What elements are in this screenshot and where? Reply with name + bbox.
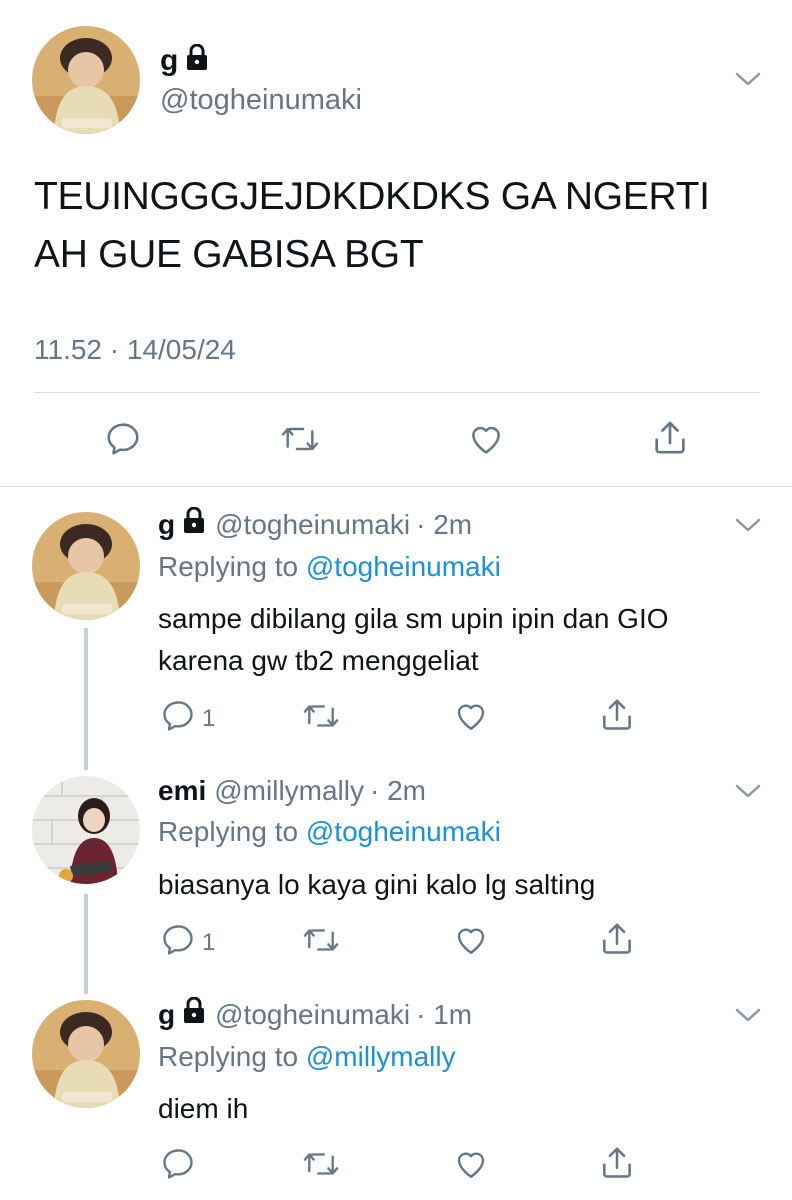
thread-line — [84, 628, 88, 770]
share-button[interactable] — [598, 1144, 636, 1187]
replying-to: Replying to @togheinumaki — [158, 550, 501, 584]
retweet-icon — [280, 420, 320, 463]
reply-header: g @togheinumaki · 1m — [158, 996, 473, 1032]
reply-time: · 2m — [416, 509, 473, 540]
retweet-icon — [302, 922, 340, 963]
heart-icon — [452, 922, 490, 963]
reply-header: emi @millymally · 2m — [158, 774, 426, 808]
reply-count: 1 — [202, 928, 216, 956]
share-button[interactable] — [598, 920, 636, 963]
reply-text: sampe dibilang gila sm upin ipin dan GIO… — [158, 603, 669, 676]
chevron-down-icon[interactable] — [734, 1006, 762, 1026]
like-button[interactable] — [452, 698, 490, 739]
retweet-button[interactable] — [302, 698, 340, 739]
reply-text: diem ih — [158, 1093, 249, 1124]
reply-time: · 2m — [370, 775, 426, 806]
author-handle[interactable]: @togheinumaki — [160, 82, 362, 118]
tweet-timestamp: 11.52 · 14/05/24 — [34, 334, 236, 365]
divider — [0, 486, 792, 487]
chevron-down-icon[interactable] — [734, 782, 762, 802]
reply-icon — [160, 1146, 196, 1187]
author-name: g — [160, 43, 208, 79]
reply-text: biasanya lo kaya gini kalo lg salting — [158, 869, 596, 900]
lock-icon — [186, 43, 208, 79]
share-icon — [598, 920, 636, 963]
avatar[interactable] — [32, 776, 140, 884]
author-display-name: g — [160, 44, 179, 77]
avatar[interactable] — [32, 1000, 140, 1108]
avatar[interactable] — [32, 512, 140, 620]
share-icon — [598, 1144, 636, 1187]
reply-count: 1 — [202, 704, 216, 732]
share-icon — [650, 418, 690, 463]
reply-header: g @togheinumaki · 2m — [158, 506, 473, 542]
author-handle[interactable]: @millymally — [214, 774, 364, 808]
replying-to: Replying to @millymally — [158, 1040, 456, 1074]
avatar[interactable] — [32, 26, 140, 134]
tweet-text: TEUINGGGJEJDKDKDKS GA NGERTI AH GUE GABI… — [34, 175, 710, 276]
reply-time: · 1m — [416, 999, 473, 1030]
retweet-icon — [302, 1146, 340, 1187]
reply-button[interactable] — [104, 420, 142, 463]
reply-icon — [160, 698, 196, 739]
like-button[interactable] — [452, 922, 490, 963]
lock-icon — [183, 506, 205, 541]
reply-icon — [104, 420, 142, 463]
author-display-name[interactable]: emi — [158, 774, 206, 808]
reply-button[interactable] — [160, 1146, 202, 1187]
retweet-button[interactable] — [302, 1146, 340, 1187]
author-display-name[interactable]: g — [158, 508, 175, 542]
heart-icon — [452, 1146, 490, 1187]
retweet-icon — [302, 698, 340, 739]
replying-prefix: Replying to — [158, 1041, 299, 1072]
mention-link[interactable]: @millymally — [306, 1041, 456, 1072]
thread-line — [84, 894, 88, 994]
chevron-down-icon[interactable] — [734, 516, 762, 536]
share-button[interactable] — [598, 696, 636, 739]
heart-icon — [466, 420, 506, 463]
reply-button[interactable]: 1 — [160, 922, 215, 963]
mention-link[interactable]: @togheinumaki — [306, 816, 501, 847]
like-button[interactable] — [466, 420, 506, 463]
retweet-button[interactable] — [302, 922, 340, 963]
replying-to: Replying to @togheinumaki — [158, 815, 501, 849]
heart-icon — [452, 698, 490, 739]
author-display-name[interactable]: g — [158, 998, 175, 1032]
replying-prefix: Replying to — [158, 551, 299, 582]
reply-button[interactable]: 1 — [160, 698, 215, 739]
like-button[interactable] — [452, 1146, 490, 1187]
author-handle[interactable]: @togheinumaki — [215, 508, 410, 542]
retweet-button[interactable] — [280, 420, 320, 463]
divider — [34, 392, 760, 393]
replying-prefix: Replying to — [158, 816, 299, 847]
share-icon — [598, 696, 636, 739]
reply-icon — [160, 922, 196, 963]
lock-icon — [183, 996, 205, 1031]
mention-link[interactable]: @togheinumaki — [306, 551, 501, 582]
author-handle[interactable]: @togheinumaki — [215, 998, 410, 1032]
chevron-down-icon[interactable] — [734, 70, 762, 90]
share-button[interactable] — [650, 418, 690, 463]
